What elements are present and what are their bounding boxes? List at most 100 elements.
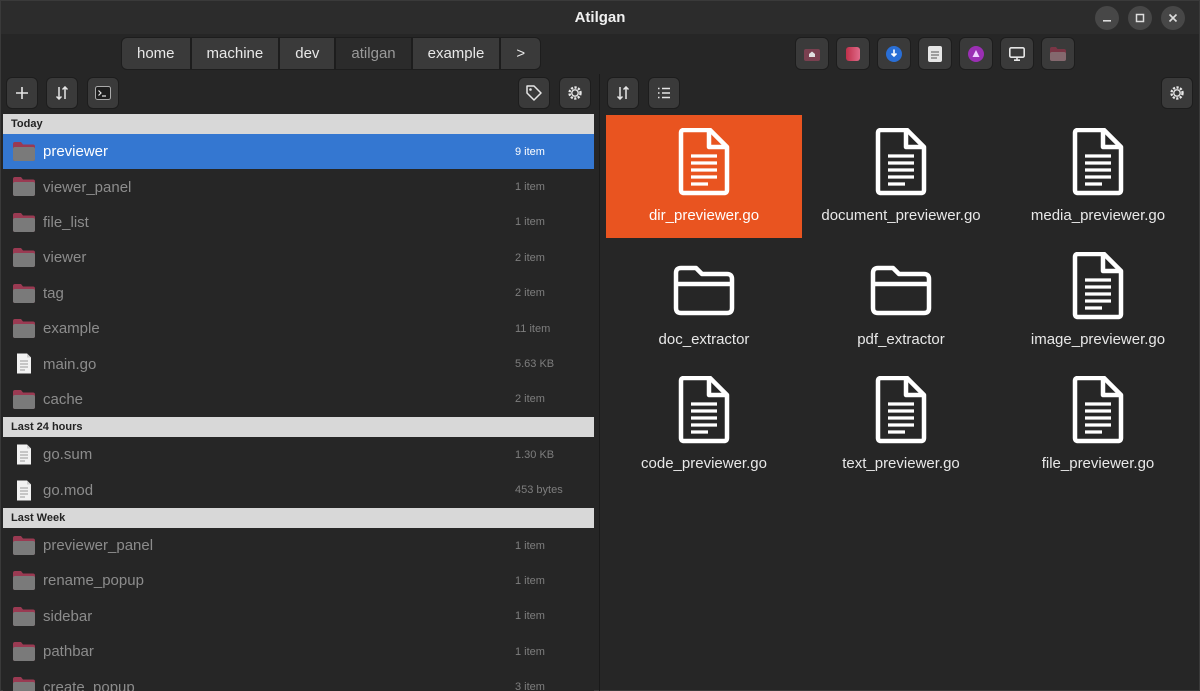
- list-view-button[interactable]: [648, 77, 680, 109]
- grid-item-code-previewer-go[interactable]: code_previewer.go: [606, 363, 802, 486]
- list-item-create-popup[interactable]: create_popup 3 item: [3, 669, 594, 691]
- sort-icon: [55, 86, 69, 100]
- folder-icon: [13, 212, 35, 232]
- folder-icon: [673, 265, 735, 316]
- breadcrumb: home machine dev atilgan example >: [121, 37, 542, 70]
- fav-home-button[interactable]: [795, 37, 829, 70]
- list-item-previewer[interactable]: previewer 9 item: [3, 134, 594, 170]
- folder-icon: [13, 318, 35, 338]
- fav-purple-app-button[interactable]: [959, 37, 993, 70]
- purple-app-icon: [968, 45, 984, 62]
- list-item-go-mod[interactable]: go.mod 453 bytes: [3, 473, 594, 508]
- item-size: 1 item: [515, 181, 545, 194]
- grid-item-label: document_previewer.go: [821, 207, 981, 224]
- pane-divider[interactable]: [599, 74, 600, 691]
- grid-item-pdf-extractor[interactable]: pdf_extractor: [803, 239, 999, 362]
- right-sort-button[interactable]: [607, 77, 639, 109]
- list-item-sidebar[interactable]: sidebar 1 item: [3, 599, 594, 634]
- item-size: 2 item: [515, 393, 545, 406]
- gear-icon: [568, 86, 582, 100]
- folder-icon: [13, 642, 35, 662]
- list-item-go-sum[interactable]: go.sum 1.30 KB: [3, 437, 594, 472]
- crumb-example[interactable]: example: [411, 37, 501, 70]
- fav-app-button[interactable]: [836, 37, 870, 70]
- grid-item-image-previewer-go[interactable]: image_previewer.go: [1000, 239, 1196, 362]
- file-icon: [12, 444, 36, 465]
- grid-item-label: doc_extractor: [658, 331, 750, 348]
- item-name: file_list: [43, 213, 89, 231]
- sort-button[interactable]: [46, 77, 78, 109]
- minimize-button[interactable]: [1095, 6, 1119, 30]
- item-name: go.sum: [43, 446, 93, 464]
- fav-documents-button[interactable]: [918, 37, 952, 70]
- grid-item-dir-previewer-go[interactable]: dir_previewer.go: [606, 115, 802, 238]
- gradient-app-icon: [846, 46, 860, 61]
- text-file-icon: [17, 444, 31, 465]
- item-size: 1.30 KB: [515, 448, 555, 461]
- list-item-cache[interactable]: cache 2 item: [3, 382, 594, 417]
- terminal-button[interactable]: [87, 77, 119, 109]
- group-header-last-24-hours: Last 24 hours: [3, 417, 594, 438]
- list-item-file-list[interactable]: file_list 1 item: [3, 205, 594, 240]
- folder-icon: [13, 177, 35, 197]
- crumb-machine[interactable]: machine: [190, 37, 280, 70]
- folder-icon: [13, 571, 35, 591]
- item-name: create_popup: [43, 678, 135, 691]
- item-size: 1 item: [515, 574, 545, 587]
- item-size: 453 bytes: [515, 484, 563, 497]
- grid-item-media-previewer-go[interactable]: media_previewer.go: [1000, 115, 1196, 238]
- grid-item-doc-extractor[interactable]: doc_extractor: [606, 239, 802, 362]
- left-settings-button[interactable]: [559, 77, 591, 109]
- list-item-tag[interactable]: tag 2 item: [3, 276, 594, 311]
- fav-desktop-button[interactable]: [1000, 37, 1034, 70]
- file-list-panel[interactable]: Today previewer 9 item viewer_panel 1 item fi…: [3, 114, 594, 691]
- file-icon: [678, 376, 730, 444]
- item-size: 9 item: [515, 145, 545, 158]
- crumb-atilgan[interactable]: atilgan: [335, 37, 412, 70]
- folder-icon: [13, 535, 35, 555]
- text-file-icon: [17, 480, 31, 501]
- file-icon: [1072, 128, 1124, 196]
- fav-folder-button[interactable]: [1041, 37, 1075, 70]
- crumb-home[interactable]: home: [121, 37, 191, 70]
- folder-icon: [13, 677, 35, 691]
- group-header-last-week: Last Week: [3, 507, 594, 528]
- grid-item-label: text_previewer.go: [842, 455, 960, 472]
- tag-button[interactable]: [518, 77, 550, 109]
- tag-icon: [526, 85, 542, 101]
- list-item-main-go[interactable]: main.go 5.63 KB: [3, 346, 594, 381]
- folder-icon: [12, 389, 36, 410]
- item-name: pathbar: [43, 643, 94, 661]
- list-item-viewer[interactable]: viewer 2 item: [3, 240, 594, 275]
- fav-downloads-button[interactable]: [877, 37, 911, 70]
- folder-icon: [12, 606, 36, 627]
- item-size: 5.63 KB: [515, 358, 555, 371]
- title-bar[interactable]: Atilgan: [1, 1, 1199, 34]
- file-manager-window: Atilgan home machine dev atilgan example…: [0, 0, 1200, 691]
- new-button[interactable]: [6, 77, 38, 109]
- folder-icon: [12, 212, 36, 233]
- list-item-pathbar[interactable]: pathbar 1 item: [3, 634, 594, 669]
- gear-icon: [1170, 86, 1184, 100]
- right-settings-button[interactable]: [1161, 77, 1193, 109]
- item-name: cache: [43, 390, 84, 408]
- item-size: 3 item: [515, 681, 545, 691]
- list-item-viewer-panel[interactable]: viewer_panel 1 item: [3, 169, 594, 204]
- item-name: viewer: [43, 249, 87, 267]
- crumb-dev[interactable]: dev: [279, 37, 336, 70]
- crumb-more-button[interactable]: >: [500, 37, 542, 70]
- folder-icon: [12, 283, 36, 304]
- list-item-rename-popup[interactable]: rename_popup 1 item: [3, 563, 594, 598]
- item-size: 11 item: [515, 322, 551, 335]
- grid-item-text-previewer-go[interactable]: text_previewer.go: [803, 363, 999, 486]
- close-button[interactable]: [1161, 6, 1185, 30]
- grid-item-file-previewer-go[interactable]: file_previewer.go: [1000, 363, 1196, 486]
- maximize-button[interactable]: [1128, 6, 1152, 30]
- list-item-example[interactable]: example 11 item: [3, 311, 594, 346]
- document-icon: [928, 45, 942, 62]
- grid-item-document-previewer-go[interactable]: document_previewer.go: [803, 115, 999, 238]
- grid-item-label: pdf_extractor: [857, 331, 945, 348]
- list-item-previewer-panel[interactable]: previewer_panel 1 item: [3, 528, 594, 563]
- plus-icon: [16, 87, 28, 99]
- icon-grid-panel[interactable]: dir_previewer.go document_previewer.go med…: [606, 115, 1196, 485]
